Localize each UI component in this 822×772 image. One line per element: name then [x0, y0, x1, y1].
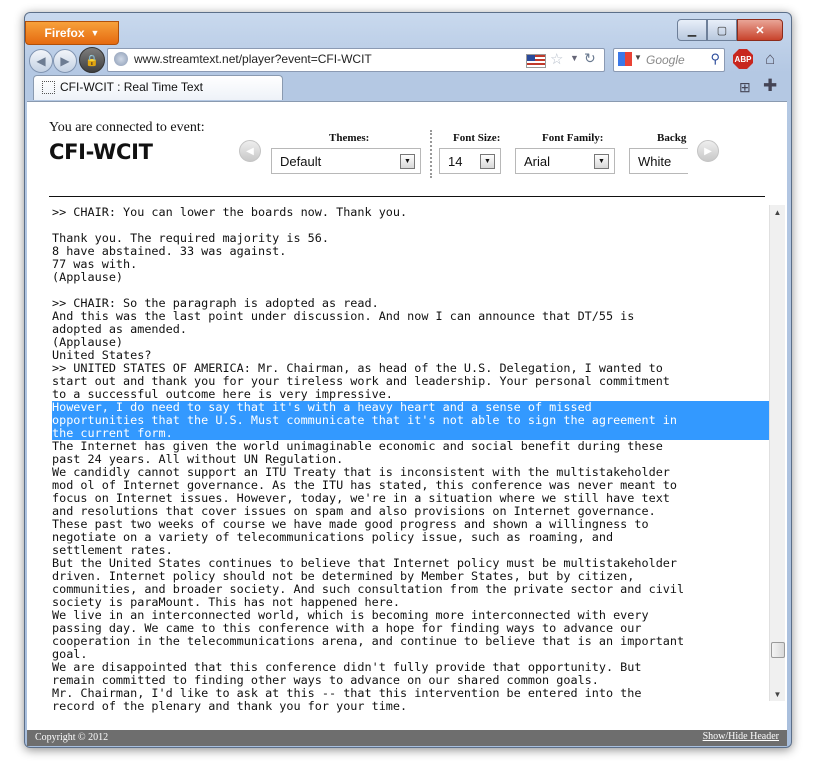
transcript-line: adopted as amended.: [52, 322, 187, 336]
background-label: Backg: [657, 132, 687, 144]
bookmark-star-icon[interactable]: ☆: [550, 50, 563, 68]
history-dropdown-icon[interactable]: ▼: [570, 53, 579, 63]
tab-cfi-wcit[interactable]: CFI-WCIT : Real Time Text: [33, 75, 283, 100]
identity-lock-icon[interactable]: 🔒: [79, 47, 105, 73]
forward-button[interactable]: ▶: [53, 49, 77, 73]
transcript-line: record of the plenary and thank you for …: [52, 699, 408, 713]
chevron-down-icon: ▼: [90, 28, 100, 38]
connected-label: You are connected to event:: [49, 120, 205, 135]
font-family-label: Font Family:: [542, 132, 604, 144]
transcript-text[interactable]: >> CHAIR: You can lower the boards now. …: [52, 206, 770, 713]
tab-strip: CFI-WCIT : Real Time Text ⊞ ✚: [27, 75, 787, 101]
tab-title: CFI-WCIT : Real Time Text: [60, 80, 203, 94]
search-icon[interactable]: ⚲: [710, 51, 720, 67]
footer-bar: Copyright © 2012 Show/Hide Header: [27, 730, 787, 746]
options-next-button[interactable]: ▶: [697, 140, 719, 162]
font-size-value: 14: [448, 154, 463, 169]
transcript-line: cooperation in the telecommunications ar…: [52, 634, 685, 648]
background-select[interactable]: White: [629, 148, 688, 174]
font-size-label: Font Size:: [453, 132, 501, 144]
event-info: You are connected to event: CFI-WCIT: [49, 120, 205, 164]
transcript-line: (Applause): [52, 270, 124, 284]
minimize-button[interactable]: ▁: [677, 19, 707, 41]
us-flag-icon: [526, 54, 546, 68]
header-divider: [49, 196, 765, 197]
google-engine-icon[interactable]: [618, 52, 632, 66]
new-tab-plus-icon[interactable]: ✚: [763, 76, 777, 96]
scrollbar-thumb[interactable]: [771, 642, 785, 659]
themes-value: Default: [280, 154, 322, 169]
chevron-down-icon[interactable]: ▼: [594, 154, 609, 169]
scroll-down-arrow-icon[interactable]: ▼: [770, 687, 785, 701]
home-icon[interactable]: ⌂: [765, 49, 775, 69]
scroll-up-arrow-icon[interactable]: ▲: [770, 205, 785, 219]
search-placeholder[interactable]: Google: [646, 53, 685, 67]
transcript-line: >> CHAIR: You can lower the boards now. …: [52, 205, 408, 219]
adblock-plus-icon[interactable]: ABP: [733, 49, 753, 69]
navigation-toolbar: ◀ ▶ 🔒 www.streamtext.net/player?event=CF…: [27, 47, 787, 75]
transcript-line: (Applause): [52, 335, 124, 349]
transcript-line: 77 was with.: [52, 257, 138, 271]
address-bar[interactable]: www.streamtext.net/player?event=CFI-WCIT…: [107, 48, 605, 72]
event-name: CFI-WCIT: [49, 140, 153, 164]
transcript-line: 8 have abstained. 33 was against.: [52, 244, 287, 258]
window-controls: ▁ ▢ ✕: [677, 19, 783, 41]
reload-icon[interactable]: ↻: [584, 50, 596, 67]
globe-icon: [114, 52, 128, 66]
chevron-down-icon[interactable]: ▼: [400, 154, 415, 169]
transcript-scrollbar[interactable]: ▲ ▼: [769, 205, 785, 701]
font-family-select[interactable]: Arial ▼: [515, 148, 615, 174]
maximize-button[interactable]: ▢: [707, 19, 737, 41]
page-content: You are connected to event: CFI-WCIT ◀ T…: [27, 101, 787, 746]
close-window-button[interactable]: ✕: [737, 19, 783, 41]
themes-select[interactable]: Default ▼: [271, 148, 421, 174]
copyright-text: Copyright © 2012: [35, 732, 109, 743]
page-favicon-icon: [42, 81, 55, 94]
firefox-menu-button[interactable]: Firefox ▼: [25, 21, 119, 45]
url-text[interactable]: www.streamtext.net/player?event=CFI-WCIT: [134, 52, 372, 66]
tab-groups-icon[interactable]: ⊞: [739, 79, 751, 96]
firefox-menu-label: Firefox: [44, 26, 85, 40]
search-bar[interactable]: ▼ Google ⚲: [613, 48, 725, 72]
background-value: White: [638, 154, 672, 169]
browser-window: Firefox ▼ ▁ ▢ ✕ ◀ ▶ 🔒 www.streamtext.net…: [24, 12, 792, 748]
adblock-label: ABP: [734, 54, 752, 64]
options-prev-button[interactable]: ◀: [239, 140, 261, 162]
font-family-value: Arial: [524, 154, 551, 169]
options-divider: [430, 130, 432, 178]
chevron-down-icon[interactable]: ▼: [480, 154, 495, 169]
search-engine-dropdown-icon[interactable]: ▼: [634, 53, 642, 62]
show-hide-header-link[interactable]: Show/Hide Header: [703, 731, 779, 742]
font-size-select[interactable]: 14 ▼: [439, 148, 501, 174]
themes-label: Themes:: [329, 132, 370, 144]
back-button[interactable]: ◀: [29, 49, 53, 73]
